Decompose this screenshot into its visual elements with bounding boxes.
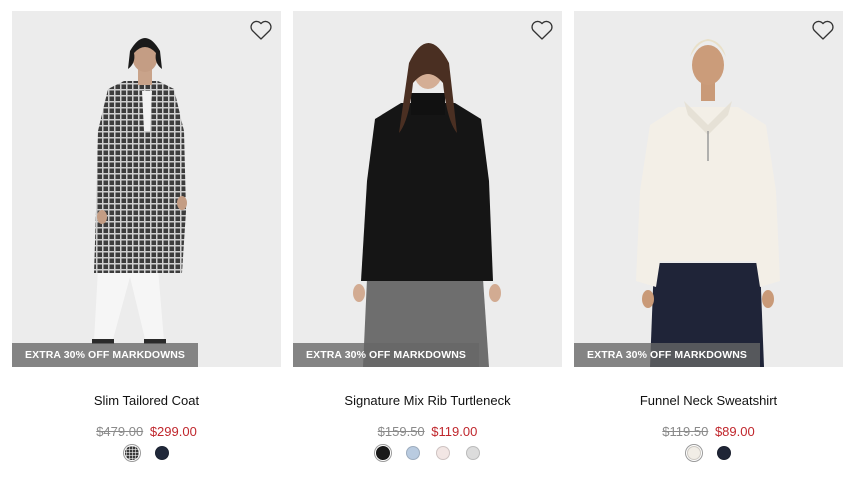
heart-icon[interactable] bbox=[811, 19, 835, 41]
color-swatch[interactable] bbox=[465, 446, 480, 460]
promo-badge: EXTRA 30% OFF MARKDOWNS bbox=[574, 343, 760, 367]
color-swatch[interactable] bbox=[435, 446, 450, 460]
color-swatch[interactable] bbox=[405, 446, 420, 460]
promo-badge: EXTRA 30% OFF MARKDOWNS bbox=[12, 343, 198, 367]
product-name[interactable]: Slim Tailored Coat bbox=[12, 393, 281, 408]
product-photo bbox=[293, 11, 562, 367]
sale-price: $89.00 bbox=[714, 424, 755, 439]
price: $479.00 $299.00 bbox=[12, 424, 281, 439]
sale-price: $299.00 bbox=[149, 424, 197, 439]
color-swatch[interactable] bbox=[124, 446, 139, 460]
product-card-signature-mix-rib-turtleneck[interactable]: EXTRA 30% OFF MARKDOWNS Signature Mix Ri… bbox=[293, 0, 562, 478]
sale-price: $119.00 bbox=[431, 424, 478, 439]
product-image[interactable]: EXTRA 30% OFF MARKDOWNS bbox=[12, 11, 281, 367]
original-price: $119.50 bbox=[662, 424, 709, 439]
color-swatches bbox=[574, 446, 843, 460]
color-swatches bbox=[12, 446, 281, 460]
color-swatch[interactable] bbox=[154, 446, 169, 460]
product-name[interactable]: Funnel Neck Sweatshirt bbox=[574, 393, 843, 408]
product-image[interactable]: EXTRA 30% OFF MARKDOWNS bbox=[293, 11, 562, 367]
product-card-slim-tailored-coat[interactable]: EXTRA 30% OFF MARKDOWNS Slim Tailored Co… bbox=[12, 0, 281, 478]
product-card-funnel-neck-sweatshirt[interactable]: EXTRA 30% OFF MARKDOWNS Funnel Neck Swea… bbox=[574, 0, 843, 478]
product-image[interactable]: EXTRA 30% OFF MARKDOWNS bbox=[574, 11, 843, 367]
original-price: $159.50 bbox=[377, 424, 425, 439]
promo-badge: EXTRA 30% OFF MARKDOWNS bbox=[293, 343, 479, 367]
price: $119.50 $89.00 bbox=[574, 424, 843, 439]
price: $159.50 $119.00 bbox=[293, 424, 562, 439]
product-photo bbox=[12, 11, 281, 367]
product-photo bbox=[574, 11, 843, 367]
product-name[interactable]: Signature Mix Rib Turtleneck bbox=[293, 393, 562, 408]
color-swatch[interactable] bbox=[375, 446, 390, 460]
heart-icon[interactable] bbox=[249, 19, 273, 41]
color-swatches bbox=[293, 446, 562, 460]
heart-icon[interactable] bbox=[530, 19, 554, 41]
product-grid: EXTRA 30% OFF MARKDOWNS Slim Tailored Co… bbox=[0, 0, 850, 478]
color-swatch[interactable] bbox=[686, 446, 701, 460]
color-swatch[interactable] bbox=[716, 446, 731, 460]
original-price: $479.00 bbox=[96, 424, 144, 439]
